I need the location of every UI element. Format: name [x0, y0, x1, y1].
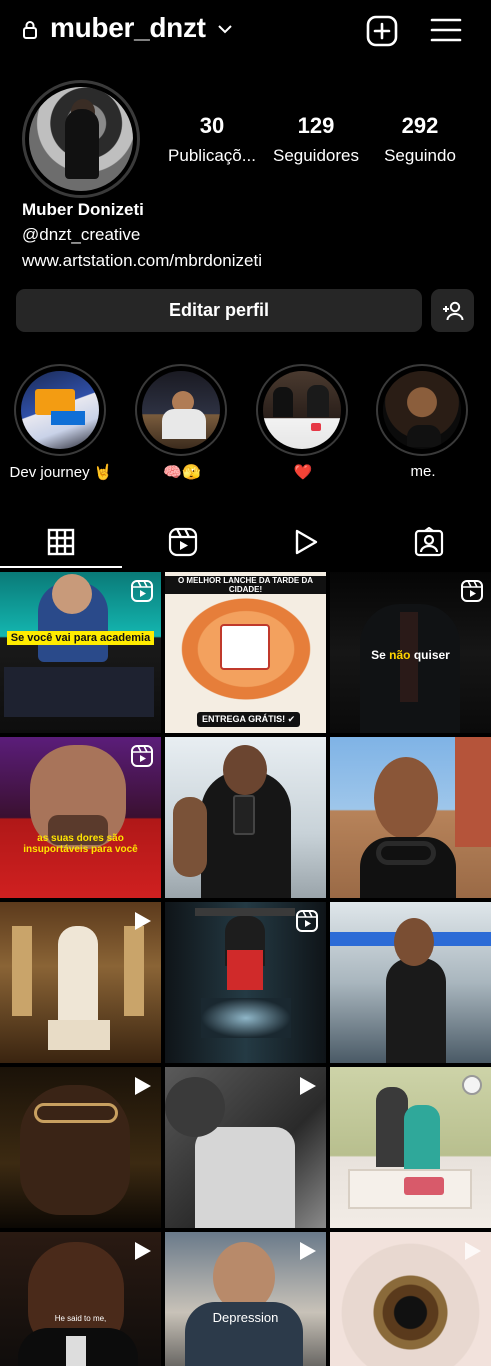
reels-icon	[461, 580, 483, 602]
post-tile[interactable]	[0, 1067, 161, 1228]
stat-posts-count: 30	[199, 113, 225, 138]
username[interactable]: muber_dnzt	[50, 12, 206, 44]
post-tile[interactable]: Depression	[165, 1232, 326, 1366]
stat-following-label: Seguindo	[384, 146, 456, 165]
tab-reels[interactable]	[122, 514, 244, 570]
highlight-label: me.	[410, 463, 436, 480]
post-overlay-text: Se	[371, 648, 386, 662]
highlight-dev-journey[interactable]: Dev journey 🤘	[10, 364, 112, 481]
post-tile[interactable]	[330, 1232, 491, 1366]
post-overlay-text: quiser	[413, 648, 450, 662]
post-overlay-text: ENTREGA GRÁTIS! ✔	[197, 712, 301, 727]
highlight-heart[interactable]: ❤️	[256, 364, 350, 481]
highlight-label: 🧠🫣	[163, 464, 201, 481]
post-tile[interactable]: Se você vai para academia	[0, 572, 161, 733]
play-icon	[135, 1077, 151, 1095]
post-tile[interactable]	[0, 902, 161, 1063]
post-tile[interactable]	[165, 902, 326, 1063]
stat-followers-label: Seguidores	[272, 146, 359, 165]
post-tile[interactable]	[330, 1067, 491, 1228]
profile-tabs	[0, 514, 491, 570]
play-icon	[300, 1077, 316, 1095]
post-tile[interactable]	[165, 737, 326, 898]
post-tile[interactable]: as suas dores são insuportáveis para voc…	[0, 737, 161, 898]
post-tile[interactable]: He said to me,	[0, 1232, 161, 1366]
tagged-icon	[414, 527, 444, 557]
stat-followers-count: 129	[297, 113, 335, 138]
discover-people-button[interactable]	[431, 289, 474, 332]
post-overlay-text: O MELHOR LANCHE DA TARDE DA CIDADE!	[177, 576, 314, 594]
post-overlay-text: Depression	[212, 1310, 279, 1325]
stat-following[interactable]: 292 Seguindo	[372, 113, 468, 166]
posts-grid: Se você vai para academia O MELHOR LANCH…	[0, 572, 491, 1366]
create-post-icon[interactable]	[366, 15, 398, 47]
reels-icon	[296, 910, 318, 932]
tab-tagged[interactable]	[368, 514, 490, 570]
stat-followers[interactable]: 129 Seguidores	[266, 113, 366, 166]
post-tile[interactable]: Se não quiser	[330, 572, 491, 733]
full-name: Muber Donizeti	[22, 200, 144, 219]
post-tile[interactable]	[165, 1067, 326, 1228]
bio-link[interactable]: www.artstation.com/mbrdonizeti	[22, 251, 262, 271]
post-tile[interactable]	[330, 902, 491, 1063]
edit-profile-button[interactable]: Editar perfil	[16, 289, 422, 332]
profile-header: muber_dnzt	[0, 0, 491, 62]
stat-following-count: 292	[401, 113, 439, 138]
post-overlay-text: não	[389, 648, 411, 662]
stat-posts-label: Publicaçõ...	[168, 146, 256, 165]
highlight-emoji[interactable]: 🧠🫣	[135, 364, 229, 481]
post-tile[interactable]: O MELHOR LANCHE DA TARDE DA CIDADE! ENTR…	[165, 572, 326, 733]
play-icon	[465, 1242, 481, 1260]
avatar[interactable]	[29, 87, 133, 191]
stat-posts[interactable]: 30 Publicaçõ...	[162, 113, 262, 166]
reels-icon	[131, 745, 153, 767]
post-overlay-text: He said to me,	[54, 1314, 107, 1323]
active-tab-indicator	[0, 566, 122, 568]
post-tile[interactable]	[330, 737, 491, 898]
reels-icon	[168, 527, 198, 557]
play-icon	[295, 529, 318, 555]
lock-icon	[23, 21, 37, 39]
menu-icon[interactable]	[430, 16, 462, 44]
tab-videos[interactable]	[245, 514, 367, 570]
post-overlay-text: Se você vai para academia	[6, 631, 155, 645]
post-overlay-text: as suas dores são insuportáveis para voc…	[23, 833, 138, 855]
highlight-me[interactable]: me.	[376, 364, 470, 480]
chevron-down-icon[interactable]	[216, 20, 234, 38]
play-icon	[135, 1242, 151, 1260]
bio-handle[interactable]: @dnzt_creative	[22, 225, 140, 245]
highlight-label: ❤️	[293, 464, 313, 481]
reels-icon	[131, 580, 153, 602]
highlight-label: Dev journey 🤘	[9, 464, 113, 481]
add-user-icon	[442, 301, 463, 320]
grid-icon	[47, 528, 75, 556]
play-icon	[135, 912, 151, 930]
tab-posts[interactable]	[0, 514, 122, 570]
play-icon	[300, 1242, 316, 1260]
